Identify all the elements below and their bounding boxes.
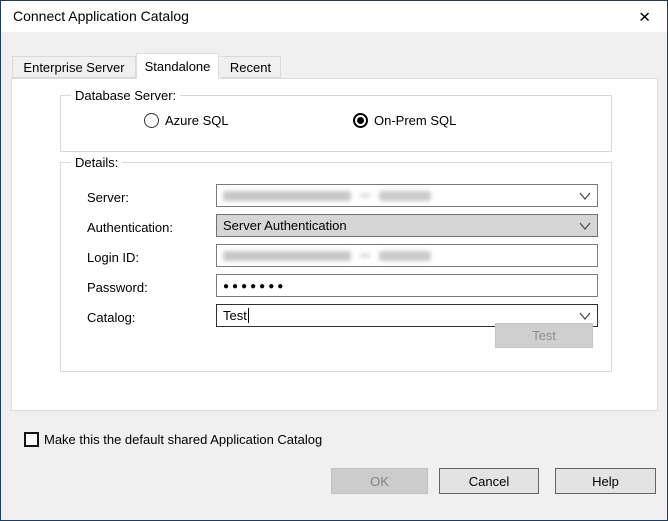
catalog-value: Test	[223, 308, 247, 323]
server-label: Server:	[87, 190, 129, 205]
chevron-down-icon[interactable]	[579, 312, 591, 321]
text-cursor	[248, 308, 249, 323]
password-label: Password:	[87, 280, 148, 295]
chevron-down-icon[interactable]	[579, 192, 591, 201]
radio-label: On-Prem SQL	[374, 113, 456, 128]
close-button[interactable]: ✕	[622, 1, 667, 32]
tab-label: Recent	[230, 60, 271, 75]
redacted-login-id-value	[223, 251, 431, 261]
cancel-button[interactable]: Cancel	[439, 468, 539, 494]
redacted-server-value	[223, 191, 431, 201]
title-bar: Connect Application Catalog ✕	[1, 1, 667, 32]
radio-on-prem-sql[interactable]: On-Prem SQL	[353, 113, 456, 128]
radio-selected-icon	[353, 113, 368, 128]
checkbox-icon	[24, 432, 39, 447]
authentication-label: Authentication:	[87, 220, 173, 235]
authentication-value: Server Authentication	[223, 218, 347, 233]
server-combobox[interactable]	[216, 184, 598, 207]
password-masked-value: ●●●●●●●	[223, 281, 286, 292]
help-button[interactable]: Help	[555, 468, 656, 494]
tab-standalone[interactable]: Standalone	[136, 53, 219, 79]
tab-label: Enterprise Server	[23, 60, 124, 75]
database-server-group: Database Server: Azure SQL On-Prem SQL	[60, 95, 612, 152]
authentication-dropdown[interactable]: Server Authentication	[216, 214, 598, 237]
help-button-label: Help	[592, 474, 619, 489]
login-id-input[interactable]	[216, 244, 598, 267]
test-button-label: Test	[532, 328, 556, 343]
checkbox-label: Make this the default shared Application…	[44, 432, 322, 447]
standalone-tab-panel: Database Server: Azure SQL On-Prem SQL D…	[11, 78, 658, 411]
radio-label: Azure SQL	[165, 113, 229, 128]
window-title: Connect Application Catalog	[13, 8, 189, 24]
details-group-label: Details:	[71, 155, 122, 170]
ok-button[interactable]: OK	[331, 468, 428, 494]
ok-button-label: OK	[370, 474, 389, 489]
default-catalog-checkbox-row[interactable]: Make this the default shared Application…	[24, 432, 322, 447]
login-id-label: Login ID:	[87, 250, 139, 265]
catalog-label: Catalog:	[87, 310, 135, 325]
tab-recent[interactable]: Recent	[221, 56, 281, 78]
radio-icon	[144, 113, 159, 128]
close-icon: ✕	[638, 8, 651, 25]
test-button[interactable]: Test	[495, 323, 593, 348]
details-group: Details: Server: Authentication: Server …	[60, 162, 612, 372]
connect-application-catalog-dialog: Connect Application Catalog ✕ Enterprise…	[0, 0, 668, 521]
cancel-button-label: Cancel	[469, 474, 509, 489]
chevron-down-icon[interactable]	[579, 222, 591, 231]
database-server-group-label: Database Server:	[71, 88, 180, 103]
password-input[interactable]: ●●●●●●●	[216, 274, 598, 297]
tab-label: Standalone	[145, 59, 211, 74]
radio-azure-sql[interactable]: Azure SQL	[144, 113, 229, 128]
tab-enterprise-server[interactable]: Enterprise Server	[12, 56, 136, 78]
